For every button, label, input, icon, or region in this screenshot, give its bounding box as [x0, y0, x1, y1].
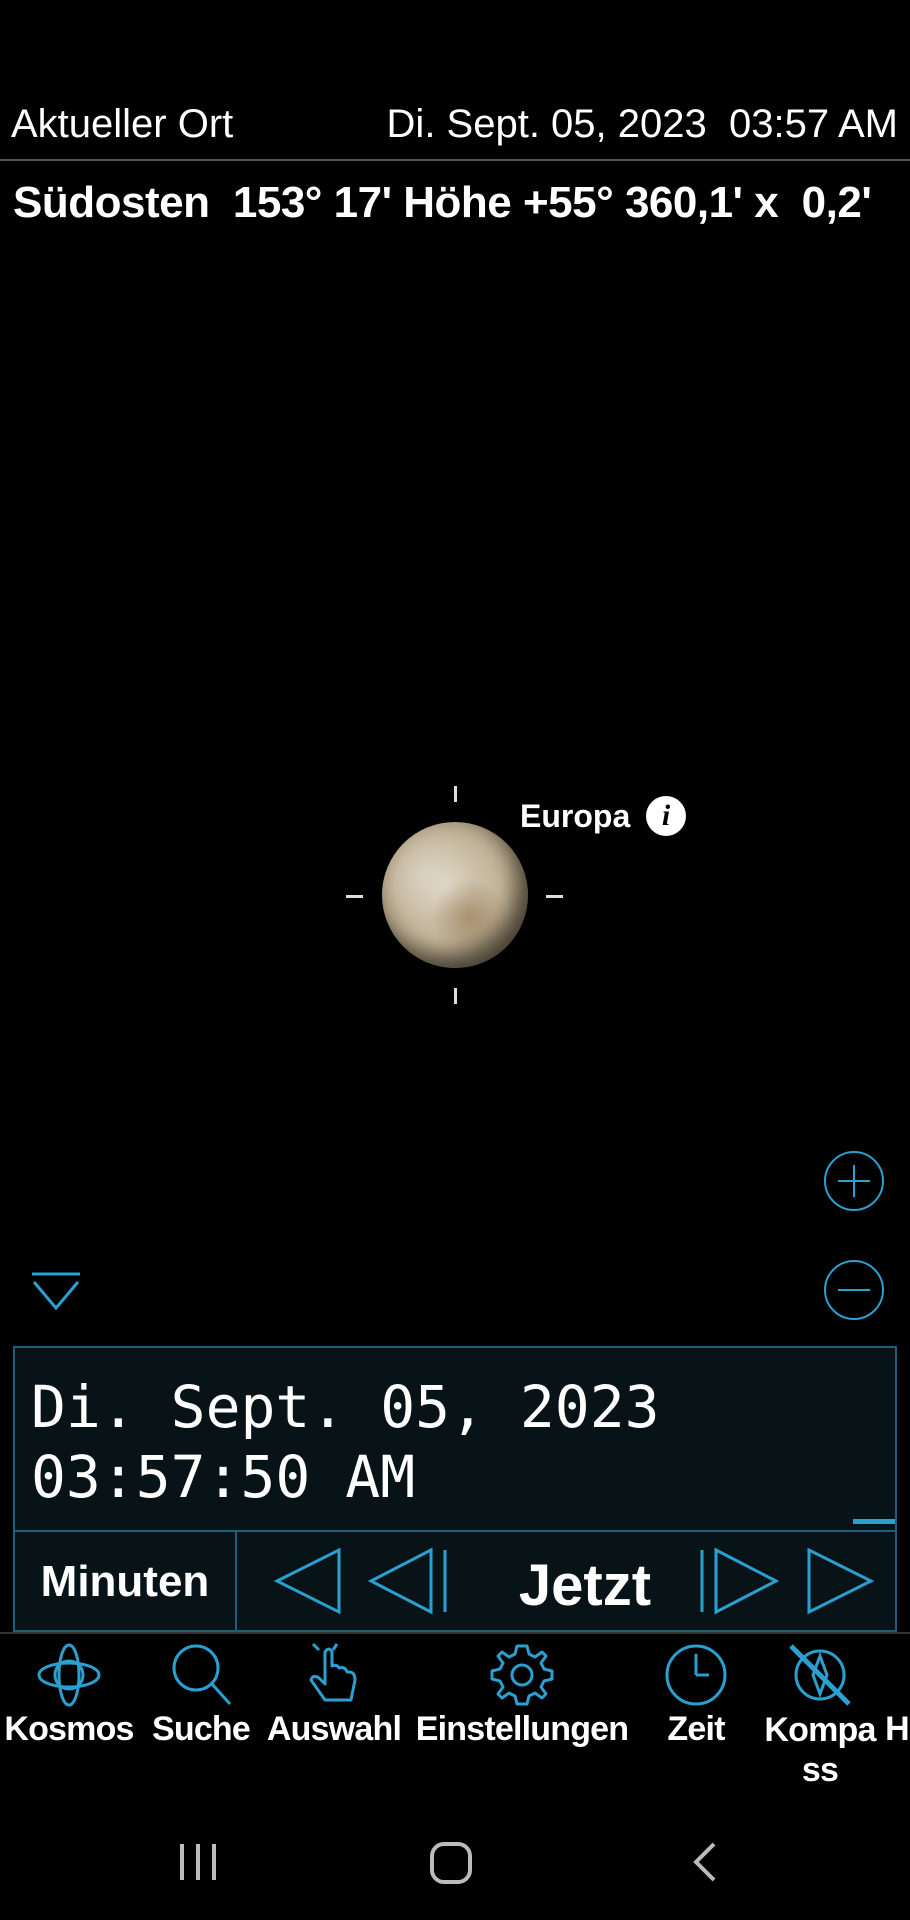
skip-back-icon[interactable] — [365, 1544, 451, 1618]
location-label[interactable]: Aktueller Ort — [11, 102, 233, 147]
now-button[interactable]: Jetzt — [495, 1532, 675, 1630]
zoom-in-button[interactable] — [824, 1151, 884, 1211]
nav-item-auswahl[interactable]: Auswahl — [262, 1640, 406, 1749]
crosshair-bottom-tick — [454, 988, 457, 1004]
crosshair-left-tick — [346, 895, 363, 898]
nav-item-zeit[interactable]: Zeit — [646, 1640, 746, 1749]
recent-apps-icon[interactable] — [176, 1840, 220, 1884]
crosshair-right-tick — [546, 895, 563, 898]
nav-label-auswahl: Auswahl — [266, 1710, 402, 1748]
nav-label-kompass: Kompa ss — [764, 1711, 876, 1789]
time-controls: Minuten Jetzt — [13, 1532, 897, 1632]
time-display-panel[interactable]: Di. Sept. 05, 2023 03:57:50 AM — [13, 1346, 897, 1532]
step-back-icon[interactable] — [267, 1544, 347, 1618]
nav-label-overflow: H — [885, 1710, 910, 1748]
nav-item-suche[interactable]: Suche — [146, 1640, 256, 1749]
chevron-down-icon[interactable] — [30, 1270, 82, 1312]
nav-item-kosmos[interactable]: Kosmos — [0, 1640, 138, 1749]
app-root: Aktueller Ort Di. Sept. 05, 2023 03:57 A… — [0, 0, 910, 1920]
back-icon[interactable] — [690, 1840, 720, 1884]
time-unit-button[interactable]: Minuten — [15, 1532, 237, 1630]
zoom-out-button[interactable] — [824, 1260, 884, 1320]
compass-off-icon — [789, 1644, 851, 1706]
header-divider — [0, 159, 910, 161]
object-position-info: Südosten 153° 17' Höhe +55° 360,1' x 0,2… — [13, 178, 872, 227]
nav-item-overflow[interactable]: H — [884, 1710, 910, 1749]
hand-pointer-icon — [309, 1642, 357, 1702]
text-cursor — [853, 1519, 895, 1524]
nav-label-einstellungen: Einstellungen — [415, 1710, 629, 1748]
gear-icon — [490, 1644, 554, 1706]
clock-icon — [665, 1644, 727, 1706]
orbit-icon — [37, 1643, 101, 1707]
header-datetime[interactable]: Di. Sept. 05, 2023 03:57 AM — [387, 102, 898, 147]
search-icon — [172, 1644, 232, 1706]
time-clock-line: 03:57:50 AM — [31, 1443, 416, 1511]
nav-label-zeit: Zeit — [667, 1710, 725, 1748]
crosshair-top-tick — [454, 786, 457, 802]
object-name-label[interactable]: Europa — [520, 798, 630, 835]
skip-forward-icon[interactable] — [696, 1544, 782, 1618]
info-icon[interactable]: i — [646, 796, 686, 836]
nav-item-einstellungen[interactable]: Einstellungen — [410, 1640, 634, 1749]
sky-view[interactable] — [0, 230, 910, 1340]
europa-planet[interactable] — [382, 822, 528, 968]
time-display[interactable]: Di. Sept. 05, 2023 03:57:50 AM — [31, 1372, 660, 1512]
header-bar: Aktueller Ort Di. Sept. 05, 2023 03:57 A… — [0, 96, 910, 156]
nav-item-kompass[interactable]: Kompa ss — [756, 1640, 884, 1790]
nav-label-suche: Suche — [151, 1710, 251, 1748]
minus-circle-icon — [838, 1289, 870, 1291]
nav-divider — [0, 1632, 910, 1634]
time-date-line: Di. Sept. 05, 2023 — [31, 1373, 660, 1441]
nav-label-kosmos: Kosmos — [4, 1710, 134, 1748]
step-forward-icon[interactable] — [801, 1544, 881, 1618]
home-icon[interactable] — [428, 1840, 474, 1886]
